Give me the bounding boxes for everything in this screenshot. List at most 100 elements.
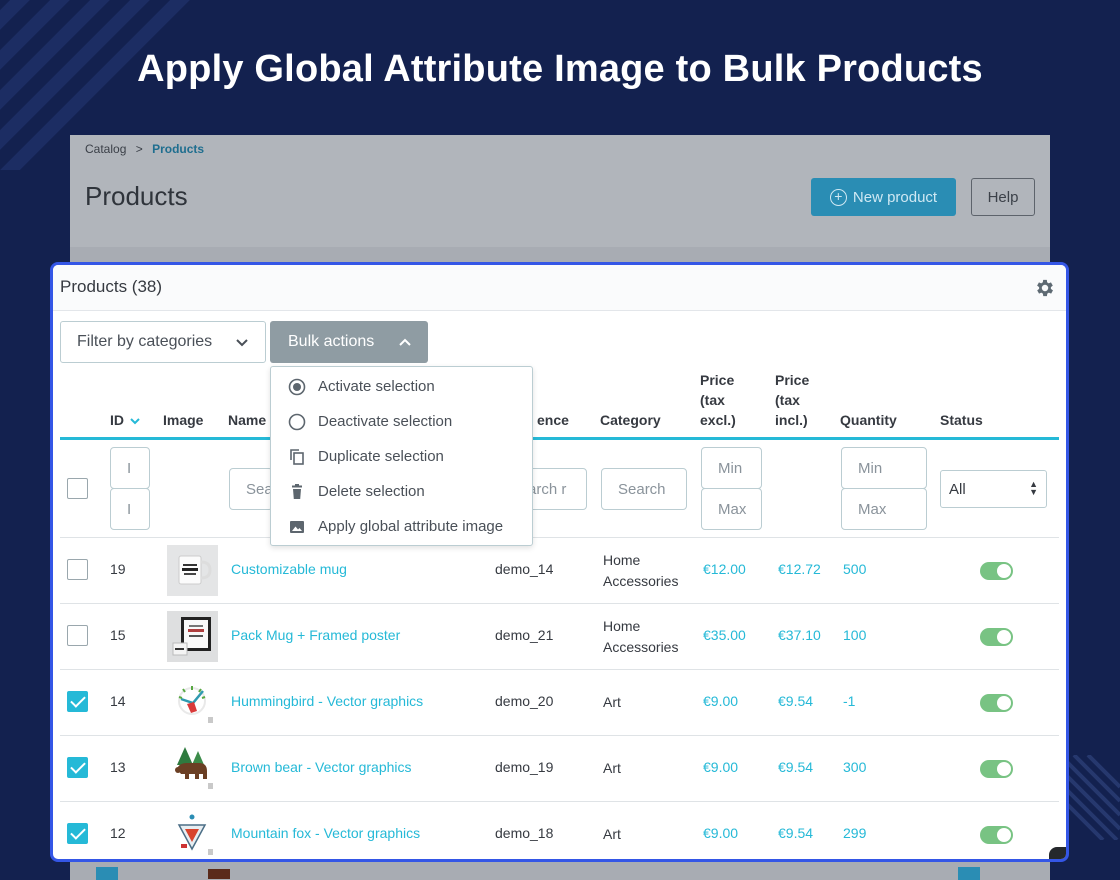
radio-checked-icon — [288, 378, 306, 395]
product-name-link[interactable]: Brown bear - Vector graphics — [231, 759, 412, 775]
product-thumbnail[interactable] — [167, 611, 218, 662]
status-toggle[interactable] — [980, 826, 1013, 844]
status-toggle[interactable] — [980, 760, 1013, 778]
menu-item-delete-selection[interactable]: Delete selection — [271, 474, 532, 509]
product-name-link[interactable]: Hummingbird - Vector graphics — [231, 693, 423, 709]
table-row[interactable]: 14 Hummingbird - Vector graphics demo_20… — [60, 670, 1059, 736]
price-tax-excl[interactable]: €12.00 — [703, 561, 746, 577]
gear-icon[interactable] — [1034, 277, 1056, 299]
table-row[interactable]: 13 Brown bear - Vector graphics demo_19 … — [60, 736, 1059, 802]
product-reference: demo_21 — [495, 627, 554, 643]
price-tax-incl[interactable]: €9.54 — [778, 759, 813, 775]
status-toggle[interactable] — [980, 562, 1013, 580]
column-header-reference[interactable]: ence — [537, 410, 569, 430]
name-search-input[interactable]: Sea — [229, 468, 273, 510]
plus-circle-icon: + — [829, 188, 847, 206]
status-filter-select[interactable]: All ▲ ▼ — [940, 470, 1047, 508]
product-thumbnail[interactable] — [167, 743, 218, 794]
chevron-up-icon — [399, 338, 411, 346]
column-header-price-excl[interactable]: Price (tax excl.) — [700, 370, 736, 430]
product-reference: demo_19 — [495, 759, 554, 775]
floating-widget[interactable] — [1049, 847, 1066, 859]
breadcrumb-products[interactable]: Products — [152, 142, 204, 156]
product-id: 13 — [110, 759, 126, 775]
quantity-min-input[interactable]: Min — [841, 447, 927, 489]
column-header-id[interactable]: ID — [110, 410, 140, 430]
row-checkbox[interactable] — [67, 559, 88, 580]
panel-header: Products (38) — [53, 265, 1066, 311]
product-name-link[interactable]: Pack Mug + Framed poster — [231, 627, 400, 643]
column-header-status[interactable]: Status — [940, 410, 983, 430]
product-name-link[interactable]: Mountain fox - Vector graphics — [231, 825, 420, 841]
status-toggle[interactable] — [980, 628, 1013, 646]
select-arrows-icon: ▲ ▼ — [1029, 479, 1038, 497]
status-filter-value: All — [949, 480, 966, 498]
product-quantity[interactable]: -1 — [843, 693, 855, 709]
product-quantity[interactable]: 300 — [843, 759, 866, 775]
category-search-input[interactable]: Search — [601, 468, 687, 510]
product-thumbnail[interactable] — [167, 545, 218, 596]
reference-search-input[interactable]: arch r — [527, 468, 587, 510]
column-header-price-incl[interactable]: Price (tax incl.) — [775, 370, 809, 430]
row-checkbox[interactable] — [67, 823, 88, 844]
filter-by-categories-button[interactable]: Filter by categories — [60, 321, 266, 363]
row-checkbox[interactable] — [67, 757, 88, 778]
price-tax-excl[interactable]: €9.00 — [703, 825, 738, 841]
product-thumbnail[interactable] — [167, 809, 218, 859]
id-max-input[interactable]: I — [110, 488, 150, 530]
price-min-input[interactable]: Min — [701, 447, 762, 489]
category-line: Art — [603, 694, 621, 710]
price-tax-incl[interactable]: €12.72 — [778, 561, 821, 577]
table-row[interactable]: 15 Pack Mug + Framed poster demo_21 Home… — [60, 604, 1059, 670]
product-thumbnail[interactable] — [167, 677, 218, 728]
menu-item-label: Activate selection — [318, 378, 435, 395]
category-line: Accessories — [603, 639, 679, 655]
column-header-name[interactable]: Name — [228, 410, 266, 430]
product-quantity[interactable]: 500 — [843, 561, 866, 577]
product-quantity[interactable]: 100 — [843, 627, 866, 643]
table-row[interactable]: 19 Customizable mug demo_14 Home Accessor… — [60, 538, 1059, 604]
bulk-actions-button[interactable]: Bulk actions — [270, 321, 428, 363]
price-tax-incl[interactable]: €9.54 — [778, 693, 813, 709]
product-category: Art — [603, 758, 621, 779]
header-divider — [60, 437, 1059, 440]
price-excl-line-2: (tax — [700, 392, 725, 408]
status-toggle[interactable] — [980, 694, 1013, 712]
price-tax-incl[interactable]: €9.54 — [778, 825, 813, 841]
price-tax-incl[interactable]: €37.10 — [778, 627, 821, 643]
new-product-button[interactable]: + New product — [811, 178, 956, 216]
table-row[interactable]: 12 Mountain fox - Vector graphics demo_1… — [60, 802, 1059, 859]
column-header-quantity[interactable]: Quantity — [840, 410, 897, 430]
hero-title: Apply Global Attribute Image to Bulk Pro… — [137, 48, 983, 90]
column-header-category[interactable]: Category — [600, 410, 661, 430]
help-button[interactable]: Help — [971, 178, 1035, 216]
price-tax-excl[interactable]: €9.00 — [703, 759, 738, 775]
column-id-label: ID — [110, 412, 124, 428]
product-quantity[interactable]: 299 — [843, 825, 866, 841]
breadcrumb-catalog[interactable]: Catalog — [85, 142, 126, 156]
product-name-link[interactable]: Customizable mug — [231, 561, 347, 577]
category-line: Home — [603, 618, 641, 634]
price-tax-excl[interactable]: €9.00 — [703, 693, 738, 709]
menu-item-apply-global-attribute-image[interactable]: Apply global attribute image — [271, 509, 532, 544]
product-category: Art — [603, 824, 621, 845]
row-checkbox[interactable] — [67, 625, 88, 646]
product-id: 19 — [110, 561, 126, 577]
id-min-input[interactable]: I — [110, 447, 150, 489]
menu-item-duplicate-selection[interactable]: Duplicate selection — [271, 439, 532, 474]
breadcrumb-separator: > — [135, 142, 143, 156]
menu-item-activate-selection[interactable]: Activate selection — [271, 369, 532, 404]
price-max-input[interactable]: Max — [701, 488, 762, 530]
row-checkbox[interactable] — [67, 691, 88, 712]
menu-item-label: Deactivate selection — [318, 413, 453, 430]
sort-desc-icon[interactable] — [130, 417, 140, 425]
price-tax-excl[interactable]: €35.00 — [703, 627, 746, 643]
price-incl-line-3: incl.) — [775, 412, 808, 428]
chevron-down-icon — [236, 339, 248, 347]
filter-by-categories-label: Filter by categories — [77, 333, 213, 350]
quantity-max-input[interactable]: Max — [841, 488, 927, 530]
select-all-checkbox[interactable] — [67, 478, 88, 499]
menu-item-deactivate-selection[interactable]: Deactivate selection — [271, 404, 532, 439]
product-id: 12 — [110, 825, 126, 841]
price-incl-line-1: Price — [775, 372, 810, 388]
